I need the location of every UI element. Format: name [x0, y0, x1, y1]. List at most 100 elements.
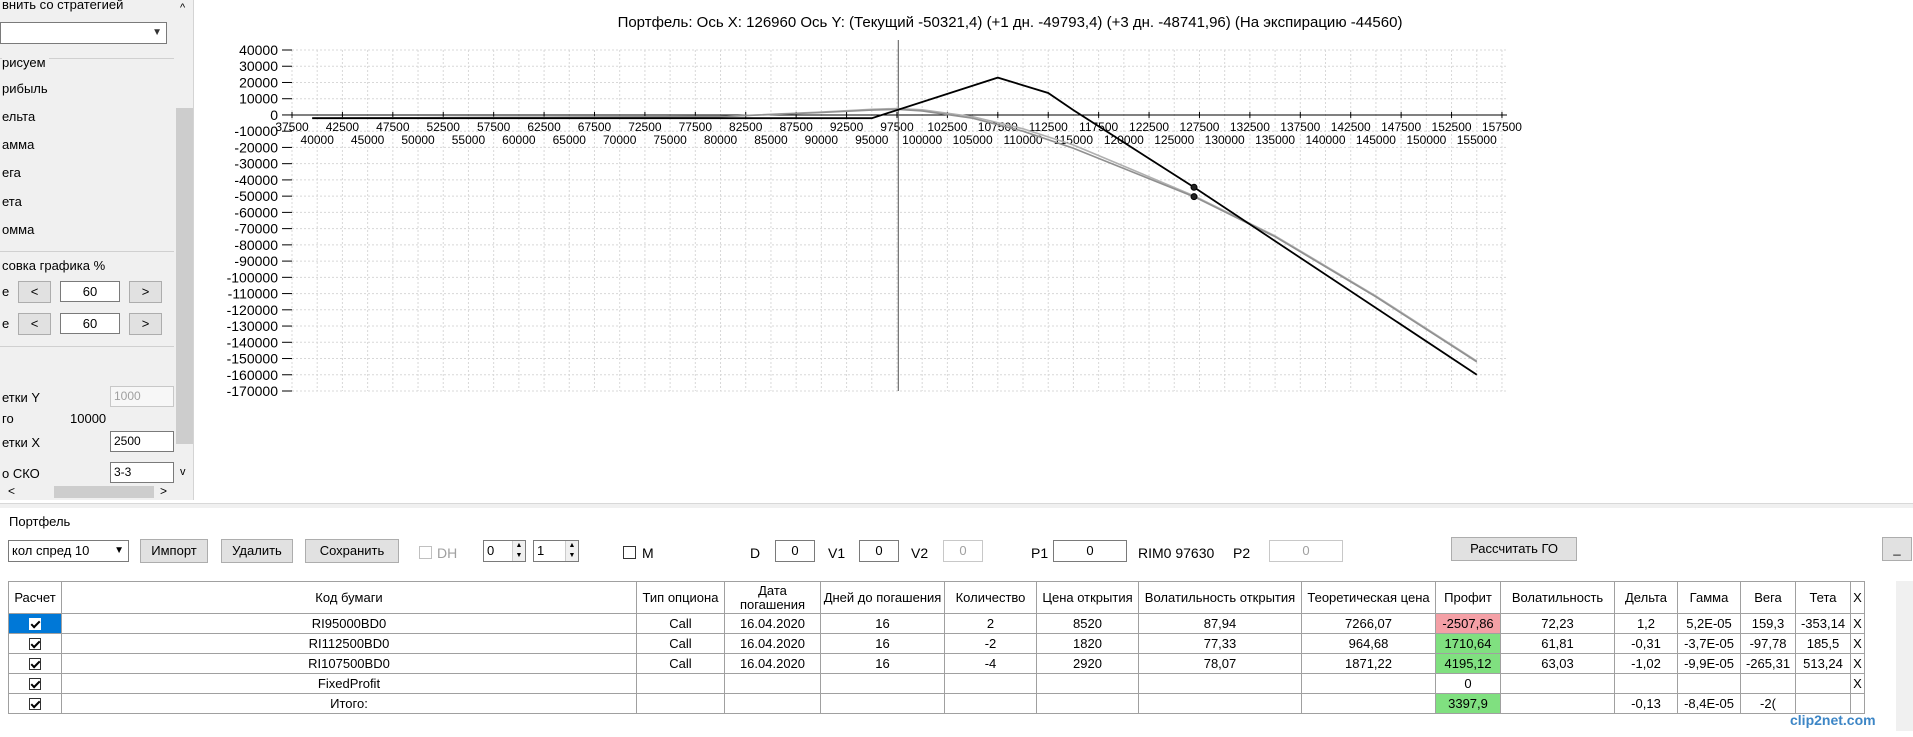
table-row[interactable]: RI107500BD0 Call 16.04.2020 16 -4 2920 78,07 18… — [8, 653, 1865, 674]
column-header-open-volatility[interactable]: Волатильность открытия — [1138, 581, 1302, 614]
cell-expiry-date: 16.04.2020 — [724, 653, 821, 674]
table-row[interactable]: RI112500BD0 Call 16.04.2020 16 -2 1820 77,33 96… — [8, 633, 1865, 654]
cell-theta: 513,24 — [1795, 653, 1851, 674]
chart-point-marker — [1190, 183, 1198, 191]
spinner-arrows-icon[interactable]: ▲ ▼ — [565, 541, 578, 561]
cell-vega: 159,3 — [1740, 613, 1796, 634]
calc-checkbox[interactable] — [29, 698, 41, 711]
cell-remove-button[interactable]: X — [1850, 673, 1865, 694]
column-header-delta[interactable]: Дельта — [1614, 581, 1678, 614]
calc-checkbox-cell[interactable] — [8, 673, 62, 694]
y-axis-tick-label: -90000 — [234, 253, 278, 269]
table-row[interactable]: FixedProfit 0 X — [8, 673, 1865, 694]
calc-checkbox-cell[interactable] — [8, 653, 62, 674]
cell-remove-button[interactable]: X — [1850, 613, 1865, 634]
cell-delta: -0,13 — [1614, 693, 1678, 714]
y-axis-tick-label: -160000 — [227, 367, 279, 383]
column-header-remove[interactable]: X — [1850, 581, 1865, 614]
column-header-open-price[interactable]: Цена открытия — [1036, 581, 1139, 614]
table-vertical-scrollbar[interactable] — [1896, 581, 1913, 731]
x-axis-tick-label-upper: 147500 — [1381, 120, 1421, 134]
spinner-arrows-icon[interactable]: ▲ ▼ — [512, 541, 525, 561]
spin-input-2[interactable]: 1 ▲ ▼ — [533, 540, 579, 562]
import-button[interactable]: Импорт — [140, 539, 208, 563]
v2-input[interactable]: 0 — [943, 540, 983, 562]
column-header-days-to-expiry[interactable]: Дней до погашения — [820, 581, 945, 614]
cell-option-type: Call — [636, 653, 725, 674]
x-axis-tick-label-upper: 102500 — [927, 120, 967, 134]
cell-gamma: -3,7E-05 — [1677, 633, 1741, 654]
dh-checkbox[interactable] — [419, 546, 432, 559]
x-axis-tick-label-upper: 37500 — [275, 120, 309, 134]
x-axis-tick-label-lower: 60000 — [502, 133, 536, 147]
payoff-chart[interactable]: 400003000020000100000-10000-20000-30000-… — [0, 0, 1913, 500]
d-label: D — [750, 545, 761, 561]
save-button[interactable]: Сохранить — [305, 539, 399, 563]
x-axis-tick-label-lower: 145000 — [1356, 133, 1396, 147]
column-header-expiry-date[interactable]: Дата погашения — [724, 581, 821, 614]
cell-option-type — [636, 693, 725, 714]
x-axis-tick-label-lower: 65000 — [553, 133, 587, 147]
calc-checkbox[interactable] — [29, 658, 41, 671]
spin-input-1[interactable]: 0 ▲ ▼ — [483, 540, 526, 562]
cell-delta: 1,2 — [1614, 613, 1678, 634]
column-header-calc[interactable]: Расчет — [8, 581, 62, 614]
y-axis-tick-label: 30000 — [239, 58, 278, 74]
column-header-gamma[interactable]: Гамма — [1677, 581, 1741, 614]
x-axis-tick-label-upper: 72500 — [628, 120, 662, 134]
p2-input[interactable]: 0 — [1269, 540, 1343, 562]
cell-code: RI95000BD0 — [61, 613, 637, 634]
delete-button[interactable]: Удалить — [221, 539, 293, 563]
column-header-volatility[interactable]: Волатильность — [1500, 581, 1615, 614]
calc-checkbox-cell[interactable] — [8, 613, 62, 634]
y-axis-tick-label: -150000 — [227, 351, 279, 367]
x-axis-tick-label-lower: 140000 — [1305, 133, 1345, 147]
y-axis-tick-label: -120000 — [227, 302, 279, 318]
cell-profit: -2507,86 — [1435, 613, 1501, 634]
cell-days-to-expiry: 16 — [820, 633, 945, 654]
cell-quantity: -2 — [944, 633, 1037, 654]
column-header-profit[interactable]: Профит — [1435, 581, 1501, 614]
p1-input[interactable]: 0 — [1053, 540, 1127, 562]
watermark-logo: clip2net.com — [1790, 712, 1876, 728]
column-header-option-type[interactable]: Тип опциона — [636, 581, 725, 614]
cell-remove-button[interactable]: X — [1850, 653, 1865, 674]
column-header-code[interactable]: Код бумаги — [61, 581, 637, 614]
calc-checkbox[interactable] — [29, 638, 41, 651]
chart-point-marker — [1190, 193, 1198, 201]
x-axis-tick-label-lower: 75000 — [653, 133, 687, 147]
x-axis-tick-label-upper: 42500 — [326, 120, 360, 134]
cell-option-type — [636, 673, 725, 694]
cell-open-price — [1036, 693, 1139, 714]
y-axis-tick-label: -80000 — [234, 237, 278, 253]
calc-checkbox[interactable] — [29, 618, 41, 631]
cell-delta: -0,31 — [1614, 633, 1678, 654]
column-header-theta[interactable]: Тета — [1795, 581, 1851, 614]
table-row[interactable]: Итого: 3397,9 -0,13 -8,4E-05 -2( — [8, 693, 1865, 714]
calc-checkbox[interactable] — [29, 678, 41, 691]
calculate-margin-button[interactable]: Рассчитать ГО — [1451, 537, 1577, 561]
strategy-select[interactable]: кол спред 10 ▼ — [8, 540, 129, 562]
cell-remove-button[interactable] — [1850, 693, 1865, 714]
x-axis-tick-label-upper: 62500 — [527, 120, 561, 134]
m-checkbox[interactable] — [623, 546, 636, 559]
table-row[interactable]: RI95000BD0 Call 16.04.2020 16 2 8520 87,94 7266… — [8, 613, 1865, 634]
cell-days-to-expiry: 16 — [820, 653, 945, 674]
calc-checkbox-cell[interactable] — [8, 633, 62, 654]
p1-label: P1 — [1031, 545, 1049, 561]
cell-open-price: 8520 — [1036, 613, 1139, 634]
panel-splitter[interactable] — [0, 503, 1913, 508]
d-input[interactable]: 0 — [775, 540, 815, 562]
cell-remove-button[interactable]: X — [1850, 633, 1865, 654]
minimize-button[interactable]: _ — [1882, 537, 1912, 561]
calc-checkbox-cell[interactable] — [8, 693, 62, 714]
column-header-quantity[interactable]: Количество — [944, 581, 1037, 614]
x-axis-tick-label-upper: 157500 — [1482, 120, 1522, 134]
cell-profit: 4195,12 — [1435, 653, 1501, 674]
column-header-theoretical-price[interactable]: Теоретическая цена — [1301, 581, 1436, 614]
cell-theoretical-price — [1301, 673, 1436, 694]
y-axis-tick-label: 40000 — [239, 42, 278, 58]
v1-input[interactable]: 0 — [859, 540, 899, 562]
column-header-vega[interactable]: Вега — [1740, 581, 1796, 614]
x-axis-tick-label-upper: 97500 — [880, 120, 914, 134]
